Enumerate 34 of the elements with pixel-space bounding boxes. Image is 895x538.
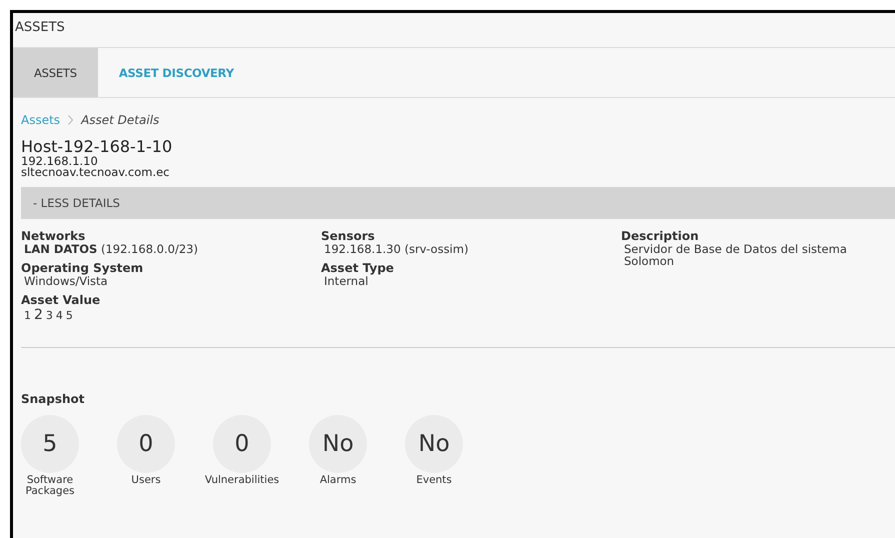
stat-label: Events bbox=[415, 475, 453, 486]
field-label: Sensors bbox=[321, 229, 376, 243]
chevron-icon bbox=[68, 115, 74, 125]
asset-hostname: sltecnoav.tecnoav.com.ec bbox=[21, 167, 170, 178]
field-value: Internal bbox=[323, 275, 368, 287]
breadcrumb-current: Asset Details bbox=[81, 113, 160, 127]
field-label: Networks bbox=[21, 229, 86, 243]
section-title: Snapshot bbox=[21, 392, 86, 406]
stat-label: Vulnerabilities bbox=[204, 475, 280, 486]
stat-label: Users bbox=[130, 475, 162, 486]
stat-label: Software Packages bbox=[24, 475, 76, 497]
stat-label: Alarms bbox=[318, 475, 358, 486]
stat-circle: 0 bbox=[213, 415, 271, 473]
value-option[interactable]: 5 bbox=[66, 309, 73, 322]
asset-name: Host-192-168-1-10 bbox=[21, 137, 174, 156]
field-label: Asset Type bbox=[321, 261, 395, 275]
value-option[interactable]: 1 bbox=[24, 309, 31, 322]
tab[interactable]: ASSETS bbox=[13, 48, 98, 97]
field-label: Description bbox=[621, 229, 700, 243]
field-value: LAN DATOS (192.168.0.0/23) bbox=[23, 243, 199, 255]
asset-ip: 192.168.1.10 bbox=[21, 156, 98, 167]
details-toggle[interactable]: - LESS DETAILS bbox=[21, 187, 895, 219]
stat-circle: 5 bbox=[21, 415, 79, 473]
stat-circle: No bbox=[405, 415, 463, 473]
value-option[interactable]: 4 bbox=[56, 309, 63, 322]
stat-circle: No bbox=[309, 415, 367, 473]
value-option[interactable]: 2 bbox=[34, 307, 43, 323]
field-value: Windows/Vista bbox=[24, 275, 108, 287]
stat-circle: 0 bbox=[117, 415, 175, 473]
value-option[interactable]: 3 bbox=[46, 309, 53, 322]
field-value: 192.168.1.30 (srv-ossim) bbox=[323, 243, 470, 255]
field-label: Operating System bbox=[21, 261, 144, 275]
field-value: Servidor de Base de Datos del sistema Solomon bbox=[624, 243, 848, 267]
field-label: Asset Value bbox=[21, 293, 102, 307]
